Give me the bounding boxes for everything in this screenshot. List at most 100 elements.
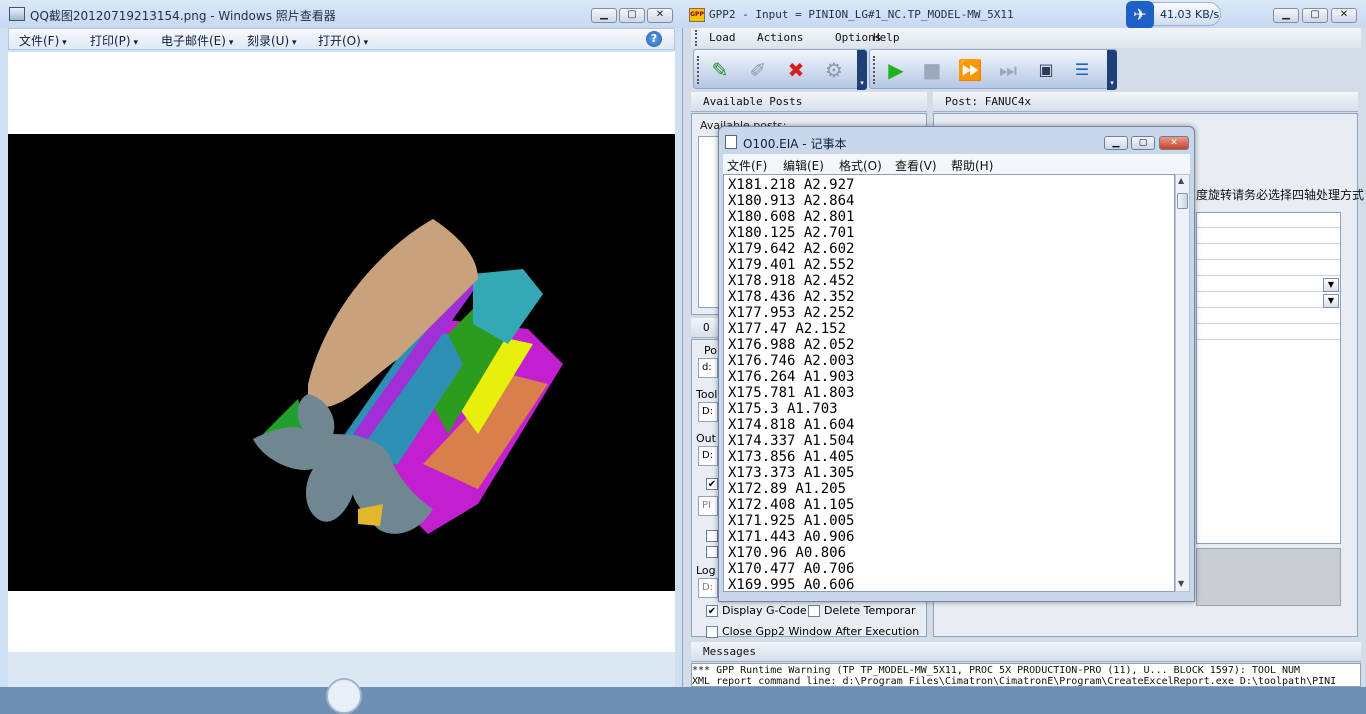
toolbar-overflow-icon-2[interactable]: ▾ [1107, 50, 1117, 90]
net-speed-widget[interactable]: ✈ 41.03 KB/s [1126, 1, 1221, 29]
notepad-line: X174.337 A1.504 [728, 433, 855, 449]
maximize-button[interactable]: ▢ [619, 8, 645, 23]
dropdown-arrow-icon[interactable]: ▼ [1323, 278, 1339, 292]
minimize-button[interactable]: ▁ [591, 8, 617, 23]
photo-viewer-app-icon [9, 7, 25, 21]
display-gcode-checkbox[interactable]: ✔ [706, 605, 718, 617]
option-checkbox-3[interactable] [706, 546, 718, 558]
notepad-titlebar[interactable]: O100.EIA - 记事本 ▁ ▢ ✕ [719, 127, 1194, 153]
photo-viewer-titlebar[interactable]: QQ截图20120719213154.png - Windows 照片查看器 ▁… [0, 0, 683, 28]
notepad-line: X175.781 A1.803 [728, 385, 855, 401]
notepad-title: O100.EIA - 记事本 [743, 137, 847, 151]
notepad-menu-help[interactable]: 帮助(H) [951, 157, 993, 174]
output-input[interactable]: D: [698, 446, 718, 466]
dropdown-arrow-icon[interactable]: ▼ [1323, 294, 1339, 308]
post-dir-label: Po [704, 344, 717, 357]
run-toolbar: ▶ ■ ⏩ ⏭ ▣ ☰ ▾ [869, 49, 1117, 90]
scroll-up-icon[interactable]: ▲ [1178, 176, 1184, 185]
scrollbar-thumb[interactable] [1177, 193, 1188, 209]
grid-row [1197, 307, 1340, 308]
scroll-down-icon[interactable]: ▼ [1178, 579, 1184, 588]
notepad-line: X177.953 A2.252 [728, 305, 855, 321]
gpp-maximize-button[interactable]: ▢ [1302, 8, 1328, 23]
notepad-maximize-button[interactable]: ▢ [1131, 136, 1155, 150]
notepad-line: X176.988 A2.052 [728, 337, 855, 353]
gpp-minimize-button[interactable]: ▁ [1273, 8, 1299, 23]
load-post-icon[interactable]: ✎ [706, 56, 734, 84]
pi-input[interactable]: PI [698, 496, 718, 516]
menubar-grip[interactable] [695, 30, 699, 46]
delete-post-icon[interactable]: ✖ [782, 56, 810, 84]
step-icon[interactable]: ⏭ [994, 56, 1022, 84]
notepad-scrollbar[interactable]: ▲ ▼ [1175, 174, 1190, 592]
photo-viewer-menubar: 文件(F) 打印(P) 电子邮件(E) 刻录(U) 打开(O) ? [8, 28, 675, 50]
messages-header: Messages [691, 642, 1361, 662]
close-button[interactable]: ✕ [647, 8, 673, 23]
notepad-menu-format[interactable]: 格式(O) [839, 157, 882, 174]
delete-temp-label: Delete Temporar [824, 604, 916, 617]
gpp-close-button[interactable]: ✕ [1331, 8, 1357, 23]
monitor-icon[interactable]: ▣ [1032, 56, 1060, 84]
gear-model-render [253, 219, 563, 534]
post-dir-input[interactable]: d: [698, 358, 718, 378]
option-checkbox-1[interactable]: ✔ [706, 478, 718, 490]
available-posts-title: Available Posts [703, 95, 803, 108]
display-gcode-label: Display G-Code [722, 604, 807, 617]
toolbar-overflow-icon[interactable]: ▾ [857, 50, 867, 90]
slideshow-button[interactable] [326, 678, 362, 714]
grid-row [1197, 339, 1340, 340]
notepad-text-area[interactable]: X181.218 A2.927 X180.913 A2.864 X180.608 A… [723, 174, 1175, 592]
notepad-menu-view[interactable]: 查看(V) [895, 157, 937, 174]
gpp-menu-actions[interactable]: Actions [757, 31, 803, 44]
run-icon[interactable]: ▶ [882, 56, 910, 84]
photo-viewer-title: QQ截图20120719213154.png - Windows 照片查看器 [30, 9, 336, 23]
toolbar-grip[interactable] [697, 56, 701, 84]
notepad-line: X178.436 A2.352 [728, 289, 855, 305]
post-parameter-grid[interactable]: ▼ ▼ [1196, 212, 1341, 544]
notepad-line: X176.746 A2.003 [728, 353, 855, 369]
menu-burn[interactable]: 刻录(U) [247, 32, 297, 49]
delete-temp-checkbox[interactable] [808, 605, 820, 617]
notepad-line: X176.264 A1.903 [728, 369, 855, 385]
notepad-line: X179.401 A2.552 [728, 257, 855, 273]
post-properties-icon[interactable]: ⚙ [820, 56, 848, 84]
sequence-icon[interactable]: ☰ [1068, 56, 1096, 84]
help-icon[interactable]: ? [646, 31, 662, 47]
post-description-box [1196, 548, 1341, 606]
grid-row [1197, 227, 1340, 228]
notepad-line: X171.925 A1.005 [728, 513, 855, 529]
stop-icon[interactable]: ■ [918, 56, 946, 84]
notepad-line: X180.913 A2.864 [728, 193, 855, 209]
menu-print[interactable]: 打印(P) [90, 32, 138, 49]
gpp-titlebar[interactable]: GPP GPP2 - Input = PINION_LG#1_NC.TP_MOD… [683, 0, 1366, 29]
gpp-menu-help[interactable]: Help [873, 31, 900, 44]
menu-open[interactable]: 打开(O) [318, 32, 368, 49]
notepad-menu-edit[interactable]: 编辑(E) [783, 157, 824, 174]
tool-input[interactable]: D: [698, 402, 718, 422]
gpp-menu-load[interactable]: Load [709, 31, 736, 44]
notepad-line: X180.125 A2.701 [728, 225, 855, 241]
messages-title: Messages [703, 645, 756, 658]
gpp-menubar: Load Actions Options Help [691, 28, 1361, 48]
notepad-menu-file[interactable]: 文件(F) [727, 157, 767, 174]
grid-row [1197, 323, 1340, 324]
menu-email[interactable]: 电子邮件(E) [161, 32, 233, 49]
notepad-line: X169.995 A0.606 [728, 577, 855, 592]
fast-forward-icon[interactable]: ⏩ [956, 56, 984, 84]
notepad-line: X174.818 A1.604 [728, 417, 855, 433]
close-window-checkbox[interactable] [706, 626, 718, 638]
log-input[interactable]: D: [698, 578, 718, 598]
edit-post-icon[interactable]: ✐ [744, 56, 772, 84]
gpp-logo-icon: GPP [689, 8, 705, 22]
notepad-line: X177.47 A2.152 [728, 321, 847, 337]
menu-file[interactable]: 文件(F) [19, 32, 67, 49]
toolbar-grip-2[interactable] [873, 56, 877, 84]
notepad-close-button[interactable]: ✕ [1159, 136, 1189, 150]
photo-viewer-bottombar [8, 652, 675, 714]
notepad-minimize-button[interactable]: ▁ [1104, 136, 1128, 150]
grid-row [1197, 243, 1340, 244]
grid-row [1197, 259, 1340, 260]
option-checkbox-2[interactable] [706, 530, 718, 542]
notepad-line: X173.373 A1.305 [728, 465, 855, 481]
messages-panel[interactable]: *** GPP Runtime Warning (TP TP_MODEL-MW_… [691, 663, 1361, 687]
